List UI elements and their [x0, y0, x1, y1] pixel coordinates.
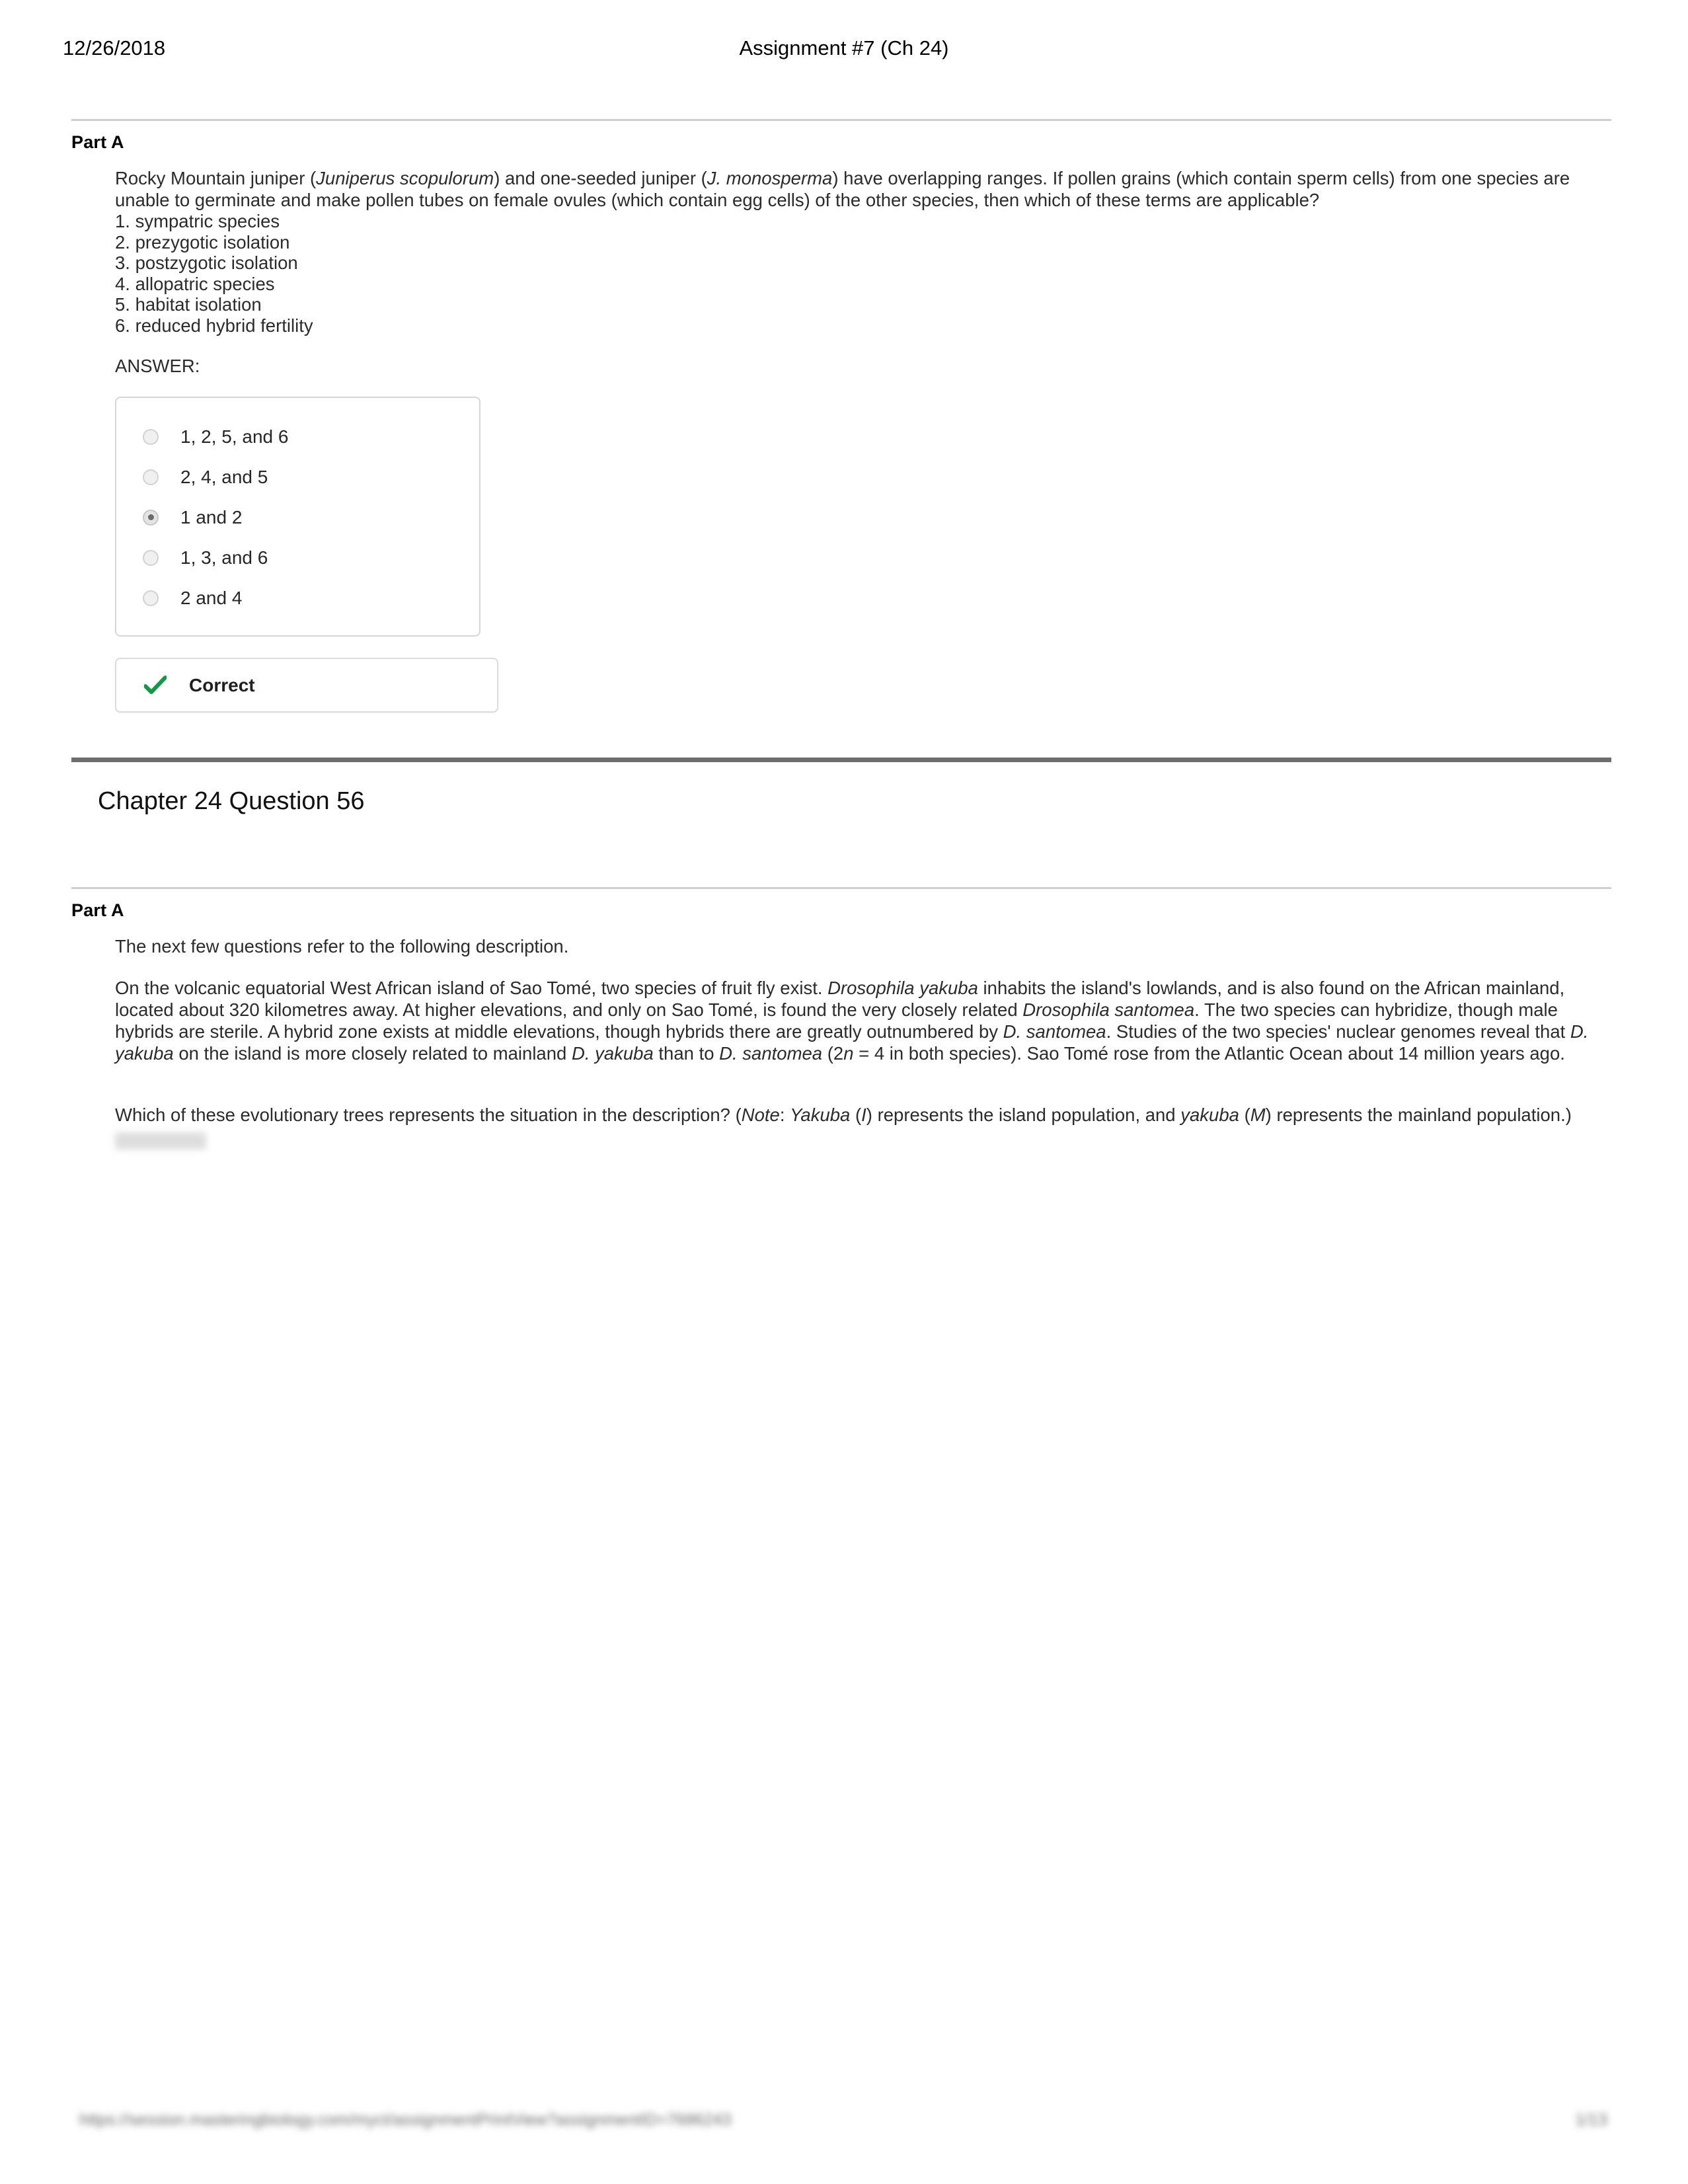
content-column: Part A Rocky Mountain juniper (Juniperus…	[71, 119, 1611, 1150]
assignment-title: Assignment #7 (Ch 24)	[739, 36, 949, 59]
term-item: 6. reduced hybrid fertility	[115, 315, 313, 336]
feedback-label: Correct	[189, 674, 255, 695]
vertical-spacer	[71, 816, 1611, 887]
section-divider	[71, 887, 1611, 889]
print-footer: https://session.masteringbiology.com/myc…	[0, 2105, 1688, 2145]
footer-page-number: 1/13	[1575, 2111, 1607, 2129]
term-item: 3. postzygotic isolation	[115, 253, 298, 273]
checkmark-icon	[143, 675, 167, 695]
question-block-2: The next few questions refer to the foll…	[115, 935, 1611, 1150]
radio-button-icon[interactable]	[143, 469, 159, 485]
question-text-2: Which of these evolutionary trees repres…	[115, 1105, 1572, 1125]
question-section-1: Part A Rocky Mountain juniper (Juniperus…	[71, 119, 1611, 713]
intro-text: The next few questions refer to the foll…	[115, 936, 569, 956]
answer-option-label: 1 and 2	[180, 506, 243, 527]
answer-option-2[interactable]: 2, 4, and 5	[116, 457, 479, 497]
print-header: 12/26/2018 Assignment #7 (Ch 24)	[0, 36, 1688, 63]
chapter-title: Chapter 24 Question 56	[98, 787, 365, 815]
footer-url: https://session.masteringbiology.com/myc…	[79, 2111, 732, 2129]
chapter-divider	[71, 758, 1611, 762]
answer-label: ANSWER:	[115, 356, 200, 376]
answer-option-label: 1, 2, 5, and 6	[180, 426, 289, 447]
radio-button-icon[interactable]	[143, 549, 159, 566]
term-item: 1. sympatric species	[115, 211, 280, 231]
answer-option-label: 2 and 4	[180, 587, 243, 608]
radio-button-icon[interactable]	[143, 590, 159, 606]
answer-option-1[interactable]: 1, 2, 5, and 6	[116, 416, 479, 457]
answer-option-3[interactable]: 1 and 2	[116, 497, 479, 537]
answer-option-label: 2, 4, and 5	[180, 466, 268, 487]
term-list: 1. sympatric species 2. prezygotic isola…	[115, 211, 1611, 336]
redacted-image-placeholder	[115, 1132, 206, 1150]
answer-option-4[interactable]: 1, 3, and 6	[116, 537, 479, 578]
answer-options-group[interactable]: 1, 2, 5, and 6 2, 4, and 5 1 and 2 1, 3,…	[115, 397, 480, 637]
question-section-2: Part A The next few questions refer to t…	[71, 887, 1611, 1150]
radio-button-selected-icon[interactable]	[143, 509, 159, 526]
section-divider	[71, 119, 1611, 121]
term-item: 5. habitat isolation	[115, 294, 262, 315]
part-label-2: Part A	[71, 900, 124, 920]
question-block-1: Rocky Mountain juniper (Juniperus scopul…	[115, 167, 1611, 713]
chapter-heading-block: Chapter 24 Question 56	[71, 758, 1611, 816]
term-item: 2. prezygotic isolation	[115, 231, 290, 253]
printed-assignment-page: 12/26/2018 Assignment #7 (Ch 24) Part A …	[0, 0, 1688, 2184]
question-text-1: Rocky Mountain juniper (Juniperus scopul…	[115, 168, 1570, 210]
answer-option-5[interactable]: 2 and 4	[116, 578, 479, 618]
term-item: 4. allopatric species	[115, 273, 275, 294]
radio-button-icon[interactable]	[143, 428, 159, 445]
answer-option-label: 1, 3, and 6	[180, 547, 268, 568]
feedback-banner-correct: Correct	[115, 658, 498, 713]
part-label-1: Part A	[71, 132, 124, 152]
description-paragraph: On the volcanic equatorial West African …	[115, 978, 1589, 1064]
